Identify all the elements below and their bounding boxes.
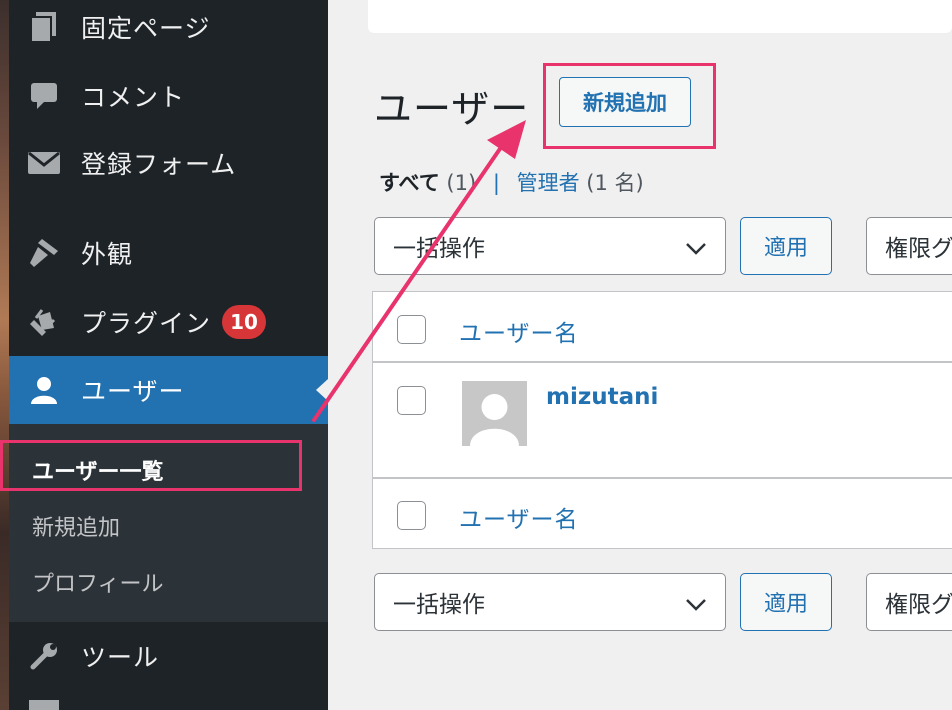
- row-divider: [373, 361, 952, 363]
- user-role-filters: すべて (1) | 管理者 (1 名): [379, 167, 644, 197]
- bulk-action-select-bottom[interactable]: 一括操作: [374, 573, 726, 631]
- apply-button-top[interactable]: 適用: [740, 217, 832, 275]
- chevron-down-icon: [685, 236, 707, 262]
- menu-item-label: コメント: [81, 83, 186, 112]
- pages-icon: [27, 10, 61, 44]
- users-table: ユーザー名 mizutani ユーザー名: [372, 291, 952, 549]
- menu-item-label: 固定ページ: [81, 14, 211, 43]
- active-menu-caret: [316, 379, 328, 401]
- background-photo-edge: [0, 0, 9, 710]
- highlight-box-add-new: [543, 63, 716, 149]
- change-role-select-top[interactable]: 権限グ: [866, 217, 952, 275]
- menu-item-forms[interactable]: 登録フォーム: [9, 133, 328, 193]
- select-all-checkbox-header[interactable]: [397, 315, 426, 344]
- menu-item-comments[interactable]: コメント: [9, 66, 328, 126]
- bulk-action-select-top[interactable]: 一括操作: [374, 217, 726, 275]
- comment-icon: [27, 79, 61, 113]
- filter-all-label[interactable]: すべて: [379, 171, 440, 195]
- submenu-item-add-new[interactable]: 新規追加: [32, 510, 120, 542]
- bulk-action-value: 一括操作: [393, 236, 485, 262]
- filter-separator: |: [492, 171, 500, 195]
- wrench-icon: [27, 639, 61, 673]
- menu-item-label: ツール: [81, 643, 160, 672]
- bulk-action-value: 一括操作: [393, 592, 485, 618]
- menu-item-tools[interactable]: ツール: [9, 626, 328, 686]
- apply-button-bottom[interactable]: 適用: [740, 573, 832, 631]
- menu-item-label: プラグイン: [81, 309, 212, 338]
- row-checkbox[interactable]: [397, 386, 426, 415]
- next-menu-icon-partial: [29, 700, 59, 710]
- page-title: ユーザー: [374, 87, 530, 131]
- change-role-select-bottom[interactable]: 権限グ: [866, 573, 952, 631]
- envelope-icon: [27, 146, 61, 180]
- menu-item-users[interactable]: ユーザー: [9, 356, 328, 424]
- menu-item-label: 外観: [81, 240, 134, 269]
- admin-sidebar: 固定ページ コメント 登録フォーム 外観 プラグイン 10 ユーザー ユーザー一…: [9, 0, 328, 710]
- role-select-value: 権限グ: [885, 592, 952, 618]
- user-icon: [27, 373, 61, 407]
- plugin-icon: [27, 305, 61, 339]
- menu-item-label: 登録フォーム: [81, 150, 237, 179]
- submenu-item-profile[interactable]: プロフィール: [32, 566, 164, 598]
- role-select-value: 権限グ: [885, 236, 952, 262]
- notice-card: [368, 0, 952, 33]
- filter-admin-count: (1 名): [586, 171, 644, 195]
- menu-item-label: ユーザー: [81, 377, 185, 406]
- filter-all-count: (1): [446, 171, 477, 195]
- update-count-badge: 10: [222, 305, 266, 339]
- highlight-box-user-list: [0, 440, 302, 491]
- menu-item-pages[interactable]: 固定ページ: [9, 0, 328, 57]
- menu-item-plugins[interactable]: プラグイン 10: [9, 292, 328, 352]
- paintbrush-icon: [27, 236, 61, 270]
- chevron-down-icon: [685, 592, 707, 618]
- filter-admin-link[interactable]: 管理者: [517, 171, 580, 195]
- username-link[interactable]: mizutani: [546, 384, 658, 410]
- row-divider: [373, 477, 952, 479]
- column-header-username[interactable]: ユーザー名: [459, 314, 579, 348]
- select-all-checkbox-footer[interactable]: [397, 501, 426, 530]
- avatar: [462, 381, 527, 446]
- menu-item-appearance[interactable]: 外観: [9, 223, 328, 283]
- column-footer-username[interactable]: ユーザー名: [459, 500, 579, 534]
